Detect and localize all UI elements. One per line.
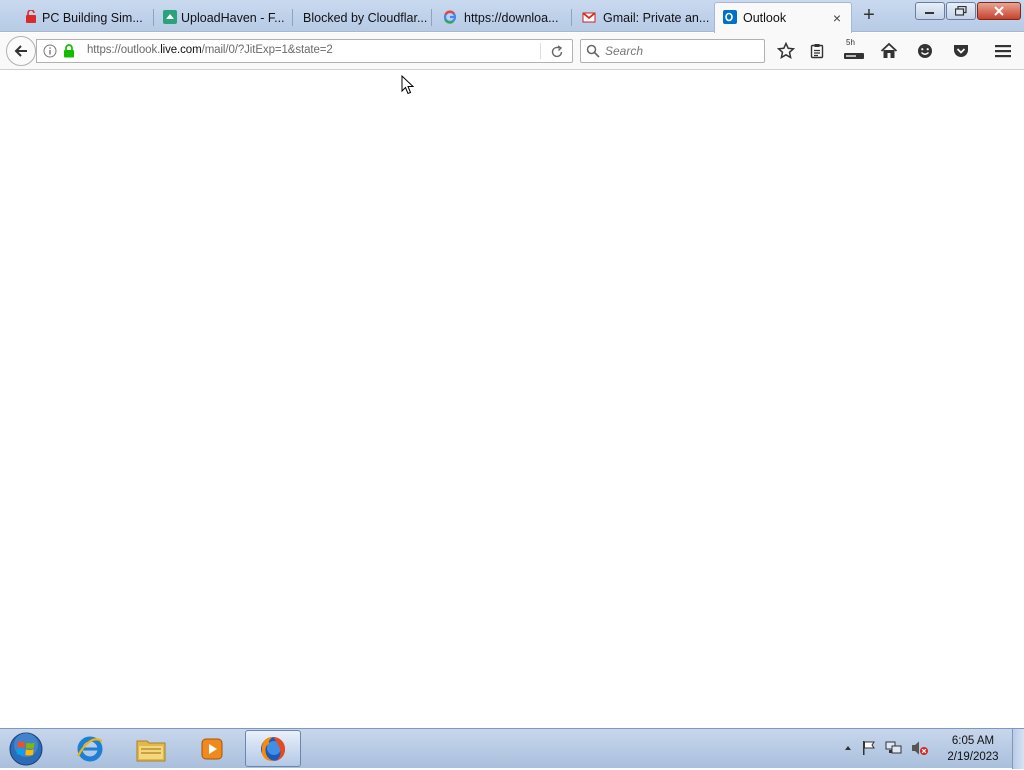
tab-title: Outlook [743,11,787,25]
tab-cloudflare[interactable]: Blocked by Cloudflar... [296,3,432,32]
hamburger-menu-icon [995,45,1011,58]
search-input[interactable] [605,43,755,59]
tab-pc-building-sim[interactable]: PC Building Sim... [18,3,154,32]
clipboard-icon [810,44,824,59]
home-icon [880,42,898,58]
windows-taskbar: 6:05 AM 2/19/2023 [0,728,1024,769]
url-path: /mail/0/?JitExp=1&state=2 [201,44,333,56]
restore-button[interactable] [946,2,976,20]
back-arrow-icon [14,45,27,57]
tab-title: https://downloa... [464,10,559,25]
file-explorer-icon [136,740,166,761]
tab-download[interactable]: https://downloa... [436,3,572,32]
search-icon [586,44,600,58]
downloads-button[interactable]: 5h [843,38,865,61]
url-domain: live.com [160,44,202,56]
steam-sale-icon [26,10,36,23]
volume-muted-icon[interactable] [911,740,929,756]
tab-strip: PC Building Sim... UploadHaven - F... Bl… [0,0,1024,33]
show-desktop-button[interactable] [1012,729,1024,769]
taskbar-file-explorer[interactable] [123,730,179,767]
tab-gmail[interactable]: Gmail: Private an... [575,3,711,32]
tab-outlook[interactable]: Outlook × [714,2,852,33]
tab-title: Gmail: Private an... [603,10,710,25]
action-center-flag-icon[interactable] [861,740,877,756]
lock-icon[interactable] [63,44,75,58]
navigation-toolbar: https://outlook.live.com/mail/0/?JitExp=… [0,33,1024,70]
system-tray [843,740,929,756]
download-badge: 5h [846,38,855,47]
menu-button[interactable] [993,41,1013,61]
tab-title: UploadHaven - F... [181,10,285,25]
close-tab-icon[interactable]: × [833,11,841,25]
bookmark-star-button[interactable] [776,41,796,61]
outlook-icon [723,10,737,24]
tab-title: PC Building Sim... [42,10,143,25]
info-icon[interactable] [43,44,57,58]
pocket-icon [954,45,968,57]
minimize-icon [925,12,934,14]
mouse-cursor-icon [401,75,415,95]
internet-explorer-icon [77,736,103,761]
url-text[interactable]: https://outlook.live.com/mail/0/?JitExp=… [87,44,333,56]
media-player-icon [201,738,223,759]
smiley-icon [918,44,932,58]
pocket-button[interactable] [951,41,971,61]
firefox-icon [261,736,285,761]
minimize-button[interactable] [915,2,945,20]
taskbar-firefox[interactable] [245,730,301,767]
start-button[interactable] [6,731,46,767]
uploadhaven-icon [163,10,177,24]
taskbar-internet-explorer[interactable] [62,730,118,767]
taskbar-clock[interactable]: 6:05 AM 2/19/2023 [940,733,1006,765]
reading-list-button[interactable] [807,41,827,61]
close-icon [994,6,1004,16]
clock-date: 2/19/2023 [947,751,999,763]
page-content [0,71,1024,728]
new-tab-button[interactable]: + [858,5,880,27]
windows-start-orb-icon [9,732,43,766]
clock-time: 6:05 AM [951,735,995,747]
back-button[interactable] [6,36,36,66]
home-button[interactable] [879,41,899,61]
feedback-button[interactable] [915,41,935,61]
url-prefix: https://outlook. [87,44,161,56]
url-bar[interactable]: https://outlook.live.com/mail/0/?JitExp=… [36,39,573,63]
google-icon [443,10,457,24]
star-icon [777,42,795,60]
window-controls [915,2,1021,20]
network-icon[interactable] [885,740,903,756]
reload-icon[interactable] [549,44,565,60]
close-window-button[interactable] [977,2,1021,20]
tab-uploadhaven[interactable]: UploadHaven - F... [157,3,293,32]
taskbar-media-player[interactable] [184,730,240,767]
search-bar[interactable] [580,39,765,63]
restore-icon [955,6,967,16]
gmail-icon [582,12,596,23]
show-hidden-icons-icon[interactable] [843,743,853,753]
tab-title: Blocked by Cloudflar... [303,10,428,25]
